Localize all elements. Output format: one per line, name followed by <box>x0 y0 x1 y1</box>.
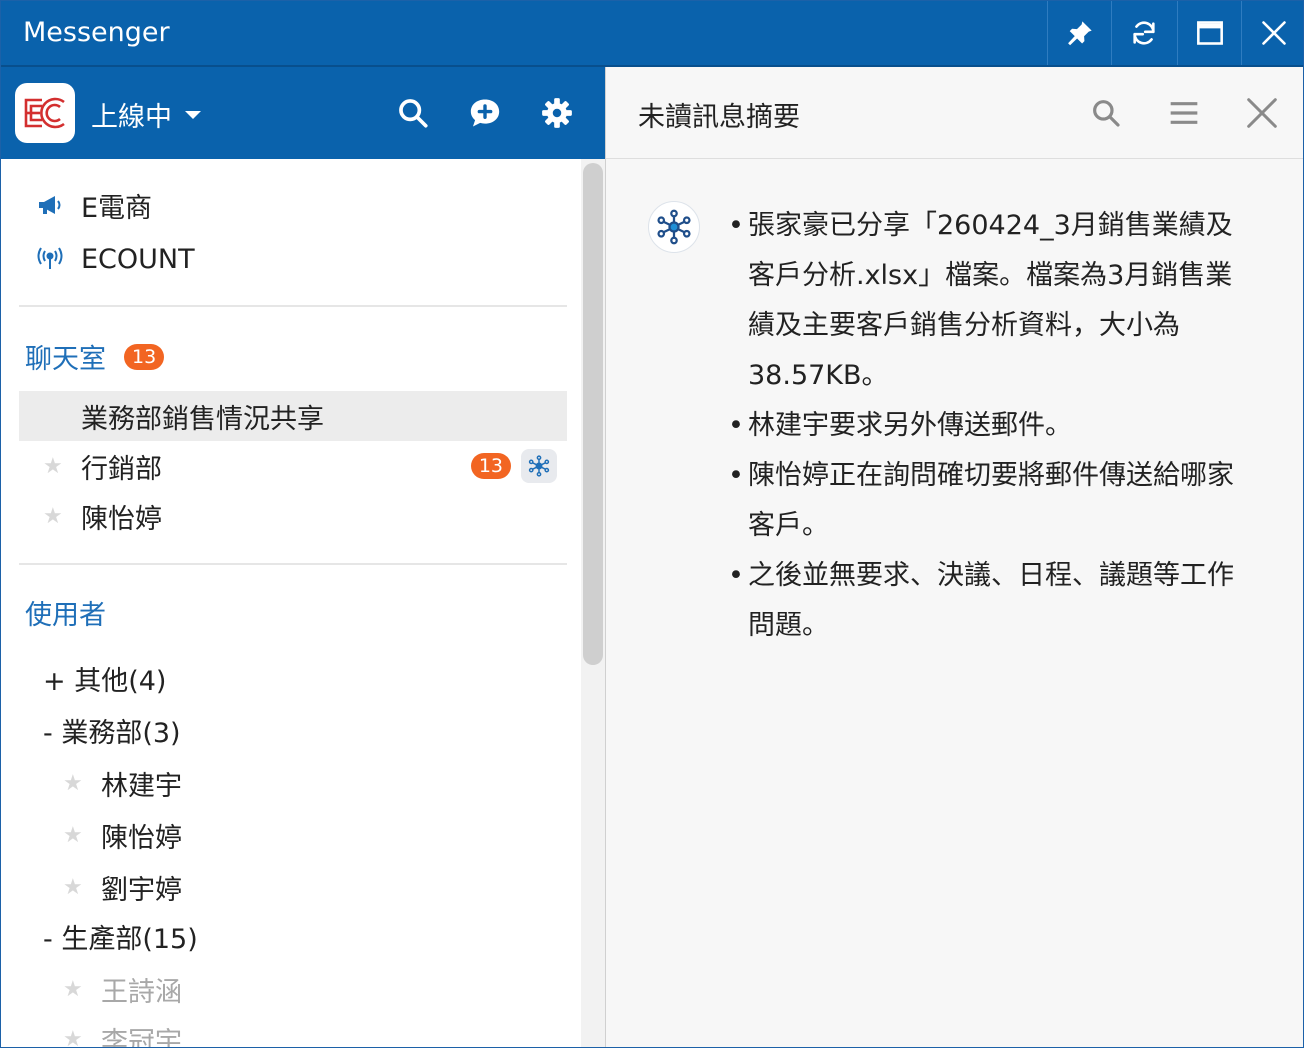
close-icon <box>1261 21 1286 45</box>
status-label: 上線中 <box>91 102 172 133</box>
ai-summary-button[interactable] <box>521 449 557 483</box>
notice-item-ecount[interactable]: ECOUNT <box>37 239 195 279</box>
favorite-star-icon[interactable]: ★ <box>19 454 81 479</box>
refresh-button[interactable] <box>1111 1 1175 65</box>
chatroom-item[interactable]: ★ 行銷部 13 <box>19 441 567 491</box>
users-section-label: 使用者 <box>25 600 106 631</box>
user-group-other[interactable]: + 其他(4) <box>43 659 166 698</box>
favorite-star-icon[interactable]: ★ <box>63 875 101 900</box>
user-item[interactable]: ★ 李冠宇 <box>63 1019 182 1048</box>
megaphone-icon <box>37 194 65 216</box>
notice-label: ECOUNT <box>81 243 195 275</box>
new-chat-icon <box>470 99 500 127</box>
chatroom-name: 陳怡婷 <box>81 503 162 535</box>
unread-badge: 13 <box>470 453 511 479</box>
search-icon <box>1093 100 1120 127</box>
scrollbar-thumb[interactable] <box>583 163 603 665</box>
left-header: 上線中 <box>1 67 605 159</box>
chatroom-name: 行銷部 <box>81 453 162 485</box>
summary-item: 之後並無要求、決議、日程、議題等工作問題。 <box>728 551 1248 651</box>
user-item[interactable]: ★ 王詩涵 <box>63 969 182 1009</box>
close-icon <box>1247 98 1277 128</box>
messenger-window: Messenger 上線中 E電商 ECOUNT 聊天室 13 業務部銷售情況共… <box>0 0 1304 1048</box>
chevron-down-icon <box>185 110 201 119</box>
title-bar: Messenger <box>1 1 1303 67</box>
ecount-logo <box>15 83 75 143</box>
user-group-sales[interactable]: - 業務部(3) <box>43 711 181 750</box>
summary-item: 陳怡婷正在詢問確切要將郵件傳送給哪家客戶。 <box>728 451 1248 551</box>
unread-summary-panel: 未讀訊息摘要 張家豪已分享「260424_3月銷售業績及客戶分析.xlsx」檔案… <box>605 67 1303 1047</box>
summary-panel-title: 未讀訊息摘要 <box>638 102 800 133</box>
new-chat-button[interactable] <box>465 93 505 133</box>
broadcast-icon <box>37 247 65 271</box>
chatroom-section-label: 聊天室 <box>25 344 106 375</box>
user-item[interactable]: ★ 陳怡婷 <box>63 815 182 855</box>
favorite-star-icon[interactable]: ★ <box>63 771 101 796</box>
search-button[interactable] <box>393 93 433 133</box>
user-name: 王詩涵 <box>101 976 182 1008</box>
users-section-title[interactable]: 使用者 <box>25 593 106 632</box>
ai-network-icon <box>657 209 691 245</box>
summary-list: 張家豪已分享「260424_3月銷售業績及客戶分析.xlsx」檔案。檔案為3月銷… <box>728 201 1248 651</box>
gear-icon <box>542 98 572 128</box>
chatroom-section-title[interactable]: 聊天室 13 <box>25 337 165 376</box>
settings-button[interactable] <box>537 93 577 133</box>
pin-icon <box>1067 21 1092 46</box>
search-icon <box>399 99 428 128</box>
favorite-star-icon[interactable]: ★ <box>63 823 101 848</box>
user-name: 李冠宇 <box>101 1026 182 1048</box>
chatroom-item[interactable]: 業務部銷售情況共享 <box>19 391 567 441</box>
user-name: 林建宇 <box>101 770 182 802</box>
summary-item: 張家豪已分享「260424_3月銷售業績及客戶分析.xlsx」檔案。檔案為3月銷… <box>728 201 1248 401</box>
pin-button[interactable] <box>1047 1 1111 65</box>
refresh-icon <box>1132 21 1155 45</box>
window-title: Messenger <box>23 17 170 48</box>
user-item[interactable]: ★ 劉宇婷 <box>63 867 182 907</box>
ai-assistant-avatar <box>648 201 700 253</box>
sidebar-scrollbar[interactable] <box>581 159 605 1047</box>
summary-close-button[interactable] <box>1242 93 1282 133</box>
summary-search-button[interactable] <box>1086 93 1126 133</box>
summary-menu-button[interactable] <box>1164 93 1204 133</box>
unread-badge: 13 <box>124 343 165 370</box>
maximize-icon <box>1196 21 1223 45</box>
maximize-button[interactable] <box>1177 1 1241 65</box>
divider <box>19 563 567 565</box>
notice-label: E電商 <box>81 192 153 224</box>
ec-logo-icon <box>24 97 65 129</box>
user-name: 陳怡婷 <box>101 822 182 854</box>
favorite-star-icon[interactable]: ★ <box>63 977 101 1002</box>
chatroom-item[interactable]: ★ 陳怡婷 <box>19 491 567 541</box>
favorite-star-icon[interactable]: ★ <box>63 1027 101 1048</box>
status-dropdown[interactable]: 上線中 <box>91 95 202 134</box>
favorite-star-icon[interactable]: ★ <box>19 504 81 529</box>
user-group-production[interactable]: - 生產部(15) <box>43 917 198 956</box>
hamburger-menu-icon <box>1170 102 1198 124</box>
divider <box>19 305 567 307</box>
chatroom-name: 業務部銷售情況共享 <box>81 403 324 435</box>
summary-panel-header: 未讀訊息摘要 <box>606 67 1303 159</box>
close-window-button[interactable] <box>1241 1 1303 65</box>
user-item[interactable]: ★ 林建宇 <box>63 763 182 803</box>
ai-network-icon <box>528 455 550 477</box>
sidebar-list: E電商 ECOUNT 聊天室 13 業務部銷售情況共享 ★ 行銷部 13 ★ 陳… <box>1 159 581 1048</box>
summary-item: 林建宇要求另外傳送郵件。 <box>728 401 1248 451</box>
user-name: 劉宇婷 <box>101 874 182 906</box>
notice-item-e-commerce[interactable]: E電商 <box>37 185 152 225</box>
